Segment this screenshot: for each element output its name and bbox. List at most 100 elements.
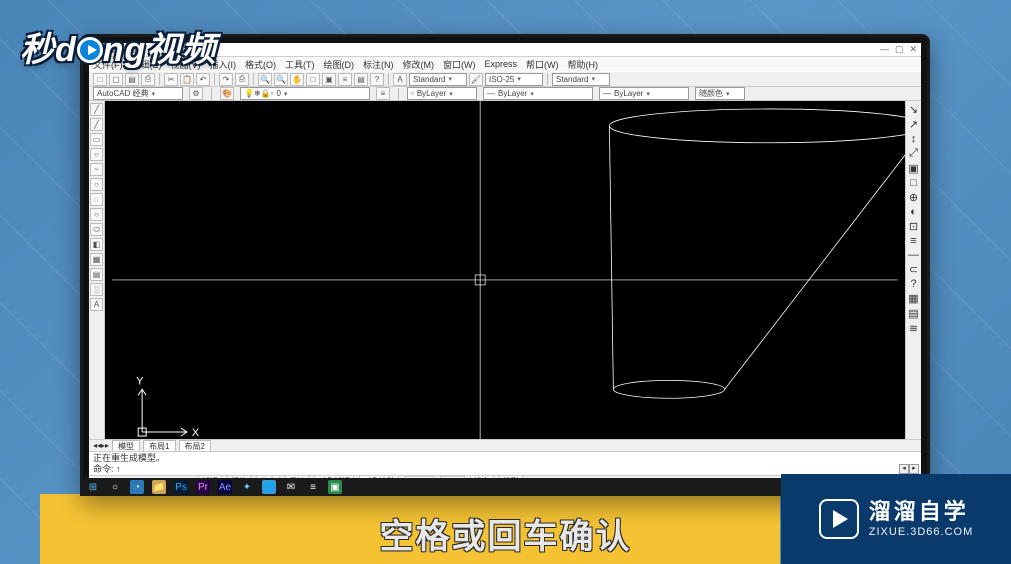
tab-layout2[interactable]: 布局2	[179, 440, 211, 452]
task-explorer[interactable]: 📁	[152, 480, 166, 494]
lineweight-combo[interactable]: — ByLayer	[599, 87, 689, 100]
drawing-canvas[interactable]: Y X	[105, 101, 905, 439]
tb-cut[interactable]: ✂	[164, 73, 178, 86]
menu-help[interactable]: 帮助(H)	[568, 58, 599, 71]
tool-polygon[interactable]: ○	[90, 148, 103, 161]
workspace-combo[interactable]: AutoCAD 经典	[93, 87, 183, 100]
plotstyle-combo[interactable]: 随颜色	[695, 87, 745, 100]
mod-rotate[interactable]: ⊕	[909, 191, 918, 204]
task-mail[interactable]: ✉	[284, 480, 298, 494]
ucs-y: Y	[136, 375, 144, 387]
minimize-button[interactable]: —	[880, 44, 889, 55]
mod-trim[interactable]: ≡	[910, 235, 916, 247]
tool-rect[interactable]: ~	[90, 163, 103, 176]
tb-print[interactable]: ⎙	[141, 73, 155, 86]
task-pr[interactable]: Pr	[196, 480, 210, 494]
tb-zoom[interactable]: 🔍	[258, 73, 272, 86]
mod-break[interactable]: ⊂	[909, 263, 918, 276]
menu-modify[interactable]: 修改(M)	[403, 58, 435, 71]
mod-array[interactable]: ▣	[908, 162, 918, 175]
tb-save[interactable]: ▤	[125, 73, 139, 86]
ws-gear[interactable]: ⚙	[189, 87, 203, 100]
tool-revcloud[interactable]: ○	[90, 208, 103, 221]
mod-chamfer[interactable]: ▦	[908, 292, 918, 305]
maximize-button[interactable]: ▢	[895, 44, 904, 55]
mod-move[interactable]: □	[910, 177, 917, 189]
mod-scale[interactable]: ◐	[910, 206, 917, 218]
tool-line[interactable]: ╱	[90, 103, 103, 116]
task-ps[interactable]: Ps	[174, 480, 188, 494]
menu-tools[interactable]: 工具(T)	[285, 58, 315, 71]
linetype-combo[interactable]: — ByLayer	[483, 87, 593, 100]
layer-color-icon[interactable]: 🎨	[220, 87, 234, 100]
mod-offset[interactable]: ⤢	[909, 147, 918, 160]
task-browser[interactable]: 🌐	[262, 480, 276, 494]
tb-help[interactable]: ?	[370, 73, 384, 86]
mod-explode[interactable]: ≋	[909, 322, 918, 335]
tool-block[interactable]: ▤	[90, 268, 103, 281]
mod-copy[interactable]: ↗	[909, 118, 918, 131]
textstyle-combo[interactable]: Standard	[409, 73, 467, 86]
menu-dim[interactable]: 标注(N)	[363, 58, 394, 71]
layer-props-icon[interactable]: ≡	[376, 87, 390, 100]
task-start[interactable]: ⊞	[86, 480, 100, 494]
tool-spline[interactable]: ⬭	[90, 223, 103, 236]
tb-open[interactable]: ▢	[109, 73, 123, 86]
tool-pline[interactable]: ▭	[90, 133, 103, 146]
tab-nav[interactable]: ◂◂▸▸	[93, 441, 109, 450]
tb-zoom2[interactable]: 🔍	[274, 73, 288, 86]
tb-paste[interactable]: ↶	[196, 73, 210, 86]
task-app2[interactable]: ≡	[306, 480, 320, 494]
tool-arc[interactable]: ○	[90, 178, 103, 191]
tb-copy[interactable]: 📋	[180, 73, 194, 86]
tb-undo[interactable]: ↷	[219, 73, 233, 86]
tab-model[interactable]: 模型	[112, 440, 140, 452]
menu-draw[interactable]: 绘图(D)	[324, 58, 355, 71]
task-cortana[interactable]: ○	[108, 480, 122, 494]
cmd-history: 正在重生成模型。	[93, 453, 917, 464]
tool-insert[interactable]: ▦	[90, 253, 103, 266]
properties-toolbar: AutoCAD 经典 ⚙ 🎨 💡❄🔒▫ 0 ≡ ▫ ByLayer — ByLa…	[89, 87, 921, 101]
tab-layout1[interactable]: 布局1	[143, 440, 175, 452]
tb-redo[interactable]: ⎙	[235, 73, 249, 86]
autocad-window: A AutoCAD — ▢ ✕ 文件(F) 编辑(E) 视图(V) 插入(I) …	[89, 43, 921, 487]
mod-erase[interactable]: ↘	[909, 103, 918, 116]
mod-mirror[interactable]: ↕	[911, 133, 917, 145]
menu-format[interactable]: 格式(O)	[245, 58, 276, 71]
task-ae[interactable]: Ae	[218, 480, 232, 494]
tb-new[interactable]: □	[93, 73, 107, 86]
dimstyle-combo[interactable]: ISO-25	[485, 73, 543, 86]
brand-badge[interactable]: 溜溜自学 ZIXUE.3D66.COM	[781, 474, 1011, 564]
layer-combo[interactable]: 💡❄🔒▫ 0	[240, 87, 370, 100]
tb-b2[interactable]: ▣	[322, 73, 336, 86]
mod-join[interactable]: ?	[910, 278, 916, 290]
menu-window2[interactable]: 帮口(W)	[526, 58, 559, 71]
tb-b4[interactable]: ▤	[354, 73, 368, 86]
tb-brush[interactable]: 🖌	[469, 73, 483, 86]
tool-hatch[interactable]: ░	[90, 283, 103, 296]
mod-extend[interactable]: —	[908, 249, 919, 261]
tb-style-a[interactable]: A	[393, 73, 407, 86]
mod-fillet[interactable]: ▤	[908, 307, 918, 320]
task-edge[interactable]: ◔	[130, 480, 144, 494]
menu-express[interactable]: Express	[485, 59, 518, 69]
tb-b1[interactable]: □	[306, 73, 320, 86]
close-button[interactable]: ✕	[909, 44, 917, 55]
cmd-scroll[interactable]: ◂▸	[899, 464, 919, 474]
color-combo[interactable]: ▫ ByLayer	[407, 87, 477, 100]
ucs-x: X	[192, 427, 200, 439]
task-app1[interactable]: ✦	[240, 480, 254, 494]
command-line[interactable]: 正在重生成模型。 命令: ↑ ◂▸	[89, 451, 921, 475]
tool-xline[interactable]: ╱	[90, 118, 103, 131]
tablestyle-combo[interactable]: Standard	[552, 73, 610, 86]
play-o-icon	[77, 37, 103, 63]
tool-text[interactable]: A	[90, 298, 103, 311]
tb-b3[interactable]: ≡	[338, 73, 352, 86]
mod-stretch[interactable]: ⊡	[909, 220, 918, 233]
brand-url: ZIXUE.3D66.COM	[869, 526, 973, 539]
task-autocad[interactable]: ▣	[328, 480, 342, 494]
menu-window[interactable]: 窗口(W)	[443, 58, 476, 71]
tool-ellipse[interactable]: ◧	[90, 238, 103, 251]
tool-circle[interactable]: ◌	[90, 193, 103, 206]
tb-pan[interactable]: ✋	[290, 73, 304, 86]
